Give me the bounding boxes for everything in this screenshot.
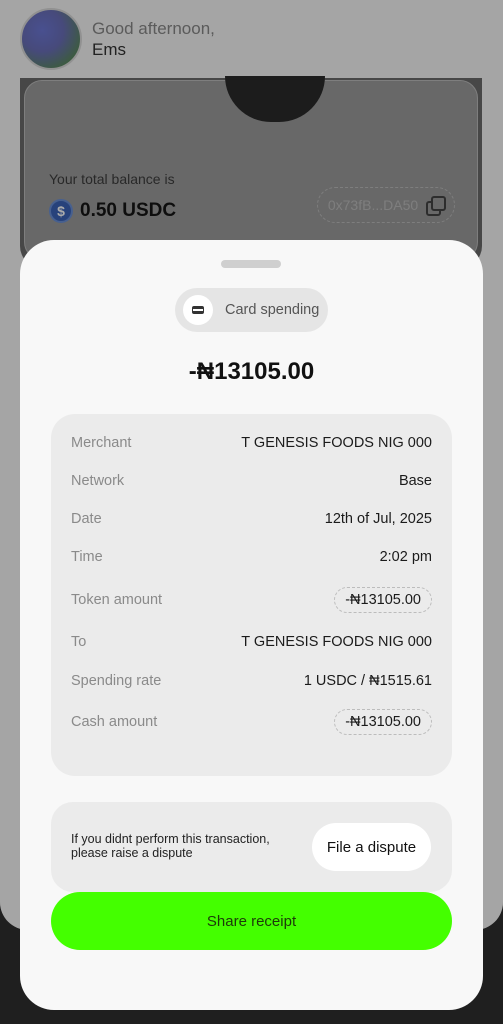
detail-key: To	[71, 634, 87, 650]
detail-row-time: Time 2:02 pm	[71, 542, 432, 572]
detail-row-to: To T GENESIS FOODS NIG 000	[71, 627, 432, 657]
detail-value: 2:02 pm	[379, 549, 432, 565]
detail-row-merchant: Merchant T GENESIS FOODS NIG 000	[71, 428, 432, 458]
sheet-drag-handle[interactable]	[221, 260, 281, 268]
detail-row-date: Date 12th of Jul, 2025	[71, 504, 432, 534]
detail-row-cash-amount: Cash amount -₦13105.00	[71, 707, 432, 737]
token-amount-pill: -₦13105.00	[334, 587, 432, 613]
detail-key: Cash amount	[71, 714, 158, 730]
detail-value: T GENESIS FOODS NIG 000	[241, 634, 432, 650]
card-icon-wrapper	[183, 295, 213, 325]
transaction-type-label: Card spending	[225, 302, 320, 318]
detail-value: 12th of Jul, 2025	[324, 511, 432, 527]
detail-key: Network	[71, 473, 125, 489]
cash-amount-pill: -₦13105.00	[334, 709, 432, 735]
detail-value: Base	[398, 473, 432, 489]
file-dispute-button[interactable]: File a dispute	[312, 823, 431, 871]
detail-value: T GENESIS FOODS NIG 000	[241, 435, 432, 451]
card-icon	[192, 306, 204, 314]
transaction-details: Merchant T GENESIS FOODS NIG 000 Network…	[51, 414, 452, 776]
transaction-sheet: Card spending -₦13105.00 Merchant T GENE…	[20, 240, 483, 1010]
transaction-amount: -₦13105.00	[188, 358, 315, 385]
dispute-text: If you didnt perform this transaction, p…	[71, 832, 270, 860]
detail-key: Date	[71, 511, 102, 527]
detail-row-spending-rate: Spending rate 1 USDC / ₦1515.61	[71, 666, 432, 696]
detail-key: Merchant	[71, 435, 132, 451]
share-receipt-button[interactable]: Share receipt	[51, 892, 452, 950]
transaction-type-chip: Card spending	[175, 288, 328, 332]
detail-key: Time	[71, 549, 103, 565]
dispute-panel: If you didnt perform this transaction, p…	[51, 802, 452, 892]
detail-value: 1 USDC / ₦1515.61	[303, 673, 432, 689]
detail-key: Token amount	[71, 592, 163, 608]
detail-key: Spending rate	[71, 673, 162, 689]
detail-row-token-amount: Token amount -₦13105.00	[71, 585, 432, 615]
detail-row-network: Network Base	[71, 466, 432, 496]
